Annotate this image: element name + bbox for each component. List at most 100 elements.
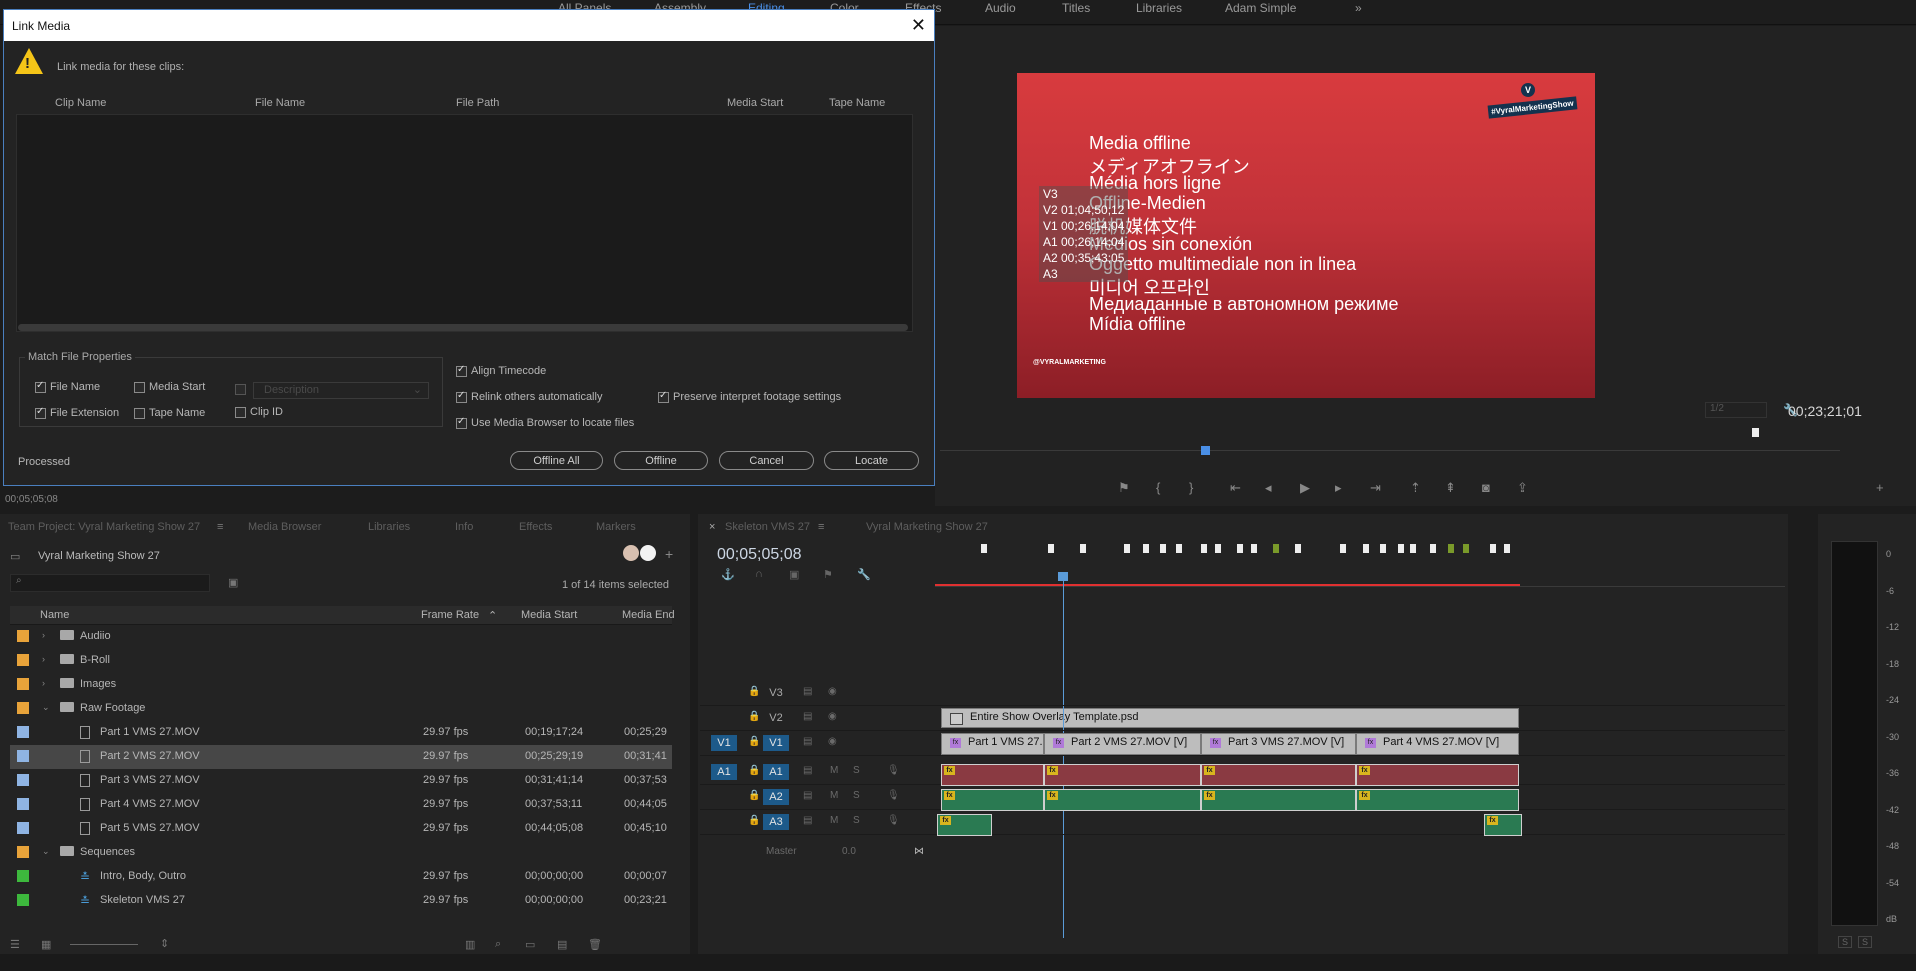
label-color-swatch[interactable] bbox=[17, 678, 29, 690]
solo-button[interactable]: S bbox=[853, 765, 860, 776]
label-color-swatch[interactable] bbox=[17, 846, 29, 858]
new-item-icon[interactable]: ▤ bbox=[557, 938, 567, 951]
checkbox-box[interactable] bbox=[658, 390, 669, 403]
tab-libraries[interactable]: Libraries bbox=[368, 521, 410, 533]
master-bounds-icon[interactable]: ⋈ bbox=[914, 846, 924, 857]
sync-lock-icon[interactable]: ▤ bbox=[803, 736, 812, 747]
add-marker-icon[interactable]: ⚑ bbox=[1118, 480, 1130, 496]
checkbox-box[interactable] bbox=[456, 364, 467, 377]
list-item[interactable]: Part 5 VMS 27.MOV 29.97 fps 00;44;05;08 00;… bbox=[10, 817, 672, 841]
column-header-file-path[interactable]: File Path bbox=[456, 97, 499, 109]
mute-button[interactable]: M bbox=[830, 815, 838, 826]
monitor-playhead[interactable] bbox=[1201, 446, 1210, 455]
checkbox-box[interactable] bbox=[134, 381, 145, 393]
solo-button[interactable]: S bbox=[853, 815, 860, 826]
tab-sequence-skeleton[interactable]: Skeleton VMS 27 bbox=[725, 521, 810, 533]
workspace-tab-titles[interactable]: Titles bbox=[1062, 1, 1090, 15]
list-item[interactable]: ≛ Skeleton VMS 27 29.97 fps 00;00;00;00 00;2… bbox=[10, 889, 672, 913]
cancel-button[interactable]: Cancel bbox=[719, 451, 814, 470]
timeline-marker[interactable] bbox=[1048, 544, 1054, 553]
tab-media-browser[interactable]: Media Browser bbox=[248, 521, 321, 533]
track-label-v1[interactable]: V1 bbox=[763, 735, 789, 751]
timeline-marker[interactable] bbox=[1143, 544, 1149, 553]
go-to-in-icon[interactable]: ⇤ bbox=[1230, 480, 1241, 496]
list-item[interactable]: ≛ Intro, Body, Outro 29.97 fps 00;00;00;00 0… bbox=[10, 865, 672, 889]
share-icon[interactable]: ⇪ bbox=[1517, 480, 1528, 496]
lock-icon[interactable]: 🔒 bbox=[748, 736, 760, 747]
playhead-line[interactable] bbox=[1063, 574, 1064, 938]
tab-info[interactable]: Info bbox=[455, 521, 473, 533]
lock-icon[interactable]: 🔒 bbox=[748, 815, 760, 826]
video-clip[interactable]: fx Part 1 VMS 27.MOV [V] bbox=[941, 733, 1044, 755]
expand-icon[interactable]: › bbox=[42, 630, 45, 640]
column-header-media-start[interactable]: Media Start bbox=[521, 609, 577, 621]
track-label-v2[interactable]: V2 bbox=[763, 710, 789, 726]
avatar[interactable] bbox=[640, 545, 656, 561]
clip-id-checkbox[interactable]: Clip ID bbox=[235, 406, 283, 418]
avatar[interactable] bbox=[623, 545, 639, 561]
linked-selection-icon[interactable]: ∩ bbox=[755, 568, 763, 580]
list-item[interactable]: Part 1 VMS 27.MOV 29.97 fps 00;19;17;24 00;… bbox=[10, 721, 672, 745]
timeline-marker[interactable] bbox=[1430, 544, 1436, 553]
checkbox-box[interactable] bbox=[456, 390, 467, 403]
play-icon[interactable]: ▶ bbox=[1300, 480, 1310, 496]
horizontal-scrollbar[interactable] bbox=[18, 324, 908, 331]
zoom-slider[interactable] bbox=[70, 944, 138, 945]
monitor-scrub-bar[interactable] bbox=[940, 450, 1840, 451]
list-item[interactable]: › Audiio bbox=[10, 625, 672, 649]
tab-team-project[interactable]: Team Project: Vyral Marketing Show 27 bbox=[8, 521, 200, 533]
zoom-select[interactable]: 1/2 bbox=[1705, 402, 1767, 418]
preserve-interpret-checkbox[interactable]: Preserve interpret footage settings bbox=[658, 390, 841, 403]
solo-left-button[interactable]: S bbox=[1838, 936, 1853, 948]
locate-button[interactable]: Locate bbox=[824, 451, 919, 470]
audio-clip-a2[interactable]: fx bbox=[941, 789, 1044, 811]
audio-clip-a1[interactable]: fx bbox=[1201, 764, 1356, 786]
sync-lock-icon[interactable]: ▤ bbox=[803, 815, 812, 826]
timeline-marker[interactable] bbox=[1215, 544, 1221, 553]
list-item[interactable]: › B-Roll bbox=[10, 649, 672, 673]
sync-lock-icon[interactable]: ▤ bbox=[803, 765, 812, 776]
column-header-name[interactable]: Name bbox=[40, 609, 69, 621]
new-bin-icon[interactable]: ▭ bbox=[525, 938, 535, 951]
list-item[interactable]: ⌄ Sequences bbox=[10, 841, 672, 865]
automate-icon[interactable]: ▥ bbox=[465, 938, 475, 951]
timeline-marker[interactable] bbox=[1410, 544, 1416, 553]
sort-icons-icon[interactable]: ⇕ bbox=[160, 937, 169, 950]
workspace-overflow-icon[interactable]: » bbox=[1355, 1, 1362, 15]
checkbox-box[interactable] bbox=[35, 406, 46, 419]
audio-clip-a1[interactable]: fx bbox=[1044, 764, 1201, 786]
audio-clip-a2[interactable]: fx bbox=[1201, 789, 1356, 811]
list-item[interactable]: Part 3 VMS 27.MOV 29.97 fps 00;31;41;14 00;… bbox=[10, 769, 672, 793]
solo-button[interactable]: S bbox=[853, 790, 860, 801]
checkbox-box[interactable] bbox=[134, 407, 145, 419]
lift-icon[interactable]: ⇡ bbox=[1410, 480, 1421, 496]
audio-clip-a3[interactable]: fx bbox=[1484, 814, 1522, 836]
timeline-marker[interactable] bbox=[1398, 544, 1404, 553]
timeline-marker[interactable] bbox=[1504, 544, 1510, 553]
list-view-icon[interactable]: ☰ bbox=[10, 938, 20, 951]
expand-icon[interactable]: ⌄ bbox=[42, 702, 50, 713]
label-color-swatch[interactable] bbox=[17, 822, 29, 834]
tape-name-checkbox[interactable]: Tape Name bbox=[134, 407, 205, 419]
timeline-marker[interactable] bbox=[1124, 544, 1130, 553]
find-icon[interactable]: ⌕ bbox=[495, 938, 501, 951]
eye-icon[interactable]: ◉ bbox=[828, 686, 837, 697]
use-media-browser-checkbox[interactable]: Use Media Browser to locate files bbox=[456, 416, 634, 429]
mute-button[interactable]: M bbox=[830, 790, 838, 801]
video-clip[interactable]: fx Part 3 VMS 27.MOV [V] bbox=[1201, 733, 1356, 755]
column-header-frame-rate[interactable]: Frame Rate bbox=[421, 609, 479, 621]
file-extension-checkbox[interactable]: File Extension bbox=[35, 406, 119, 419]
track-label-a2[interactable]: A2 bbox=[763, 789, 789, 805]
step-forward-icon[interactable]: ▸ bbox=[1335, 480, 1342, 496]
step-back-icon[interactable]: ◂ bbox=[1265, 480, 1272, 496]
track-label-a3[interactable]: A3 bbox=[763, 814, 789, 830]
label-color-swatch[interactable] bbox=[17, 654, 29, 666]
timeline-marker[interactable] bbox=[1490, 544, 1496, 553]
timeline-marker[interactable] bbox=[1363, 544, 1369, 553]
lock-icon[interactable]: 🔒 bbox=[748, 686, 760, 697]
trash-icon[interactable]: 🗑 bbox=[588, 938, 602, 951]
sync-lock-icon[interactable]: ▤ bbox=[803, 711, 812, 722]
checkbox-box[interactable] bbox=[235, 406, 246, 418]
track-label-a1[interactable]: A1 bbox=[763, 764, 789, 780]
media-start-checkbox[interactable]: Media Start bbox=[134, 381, 205, 393]
